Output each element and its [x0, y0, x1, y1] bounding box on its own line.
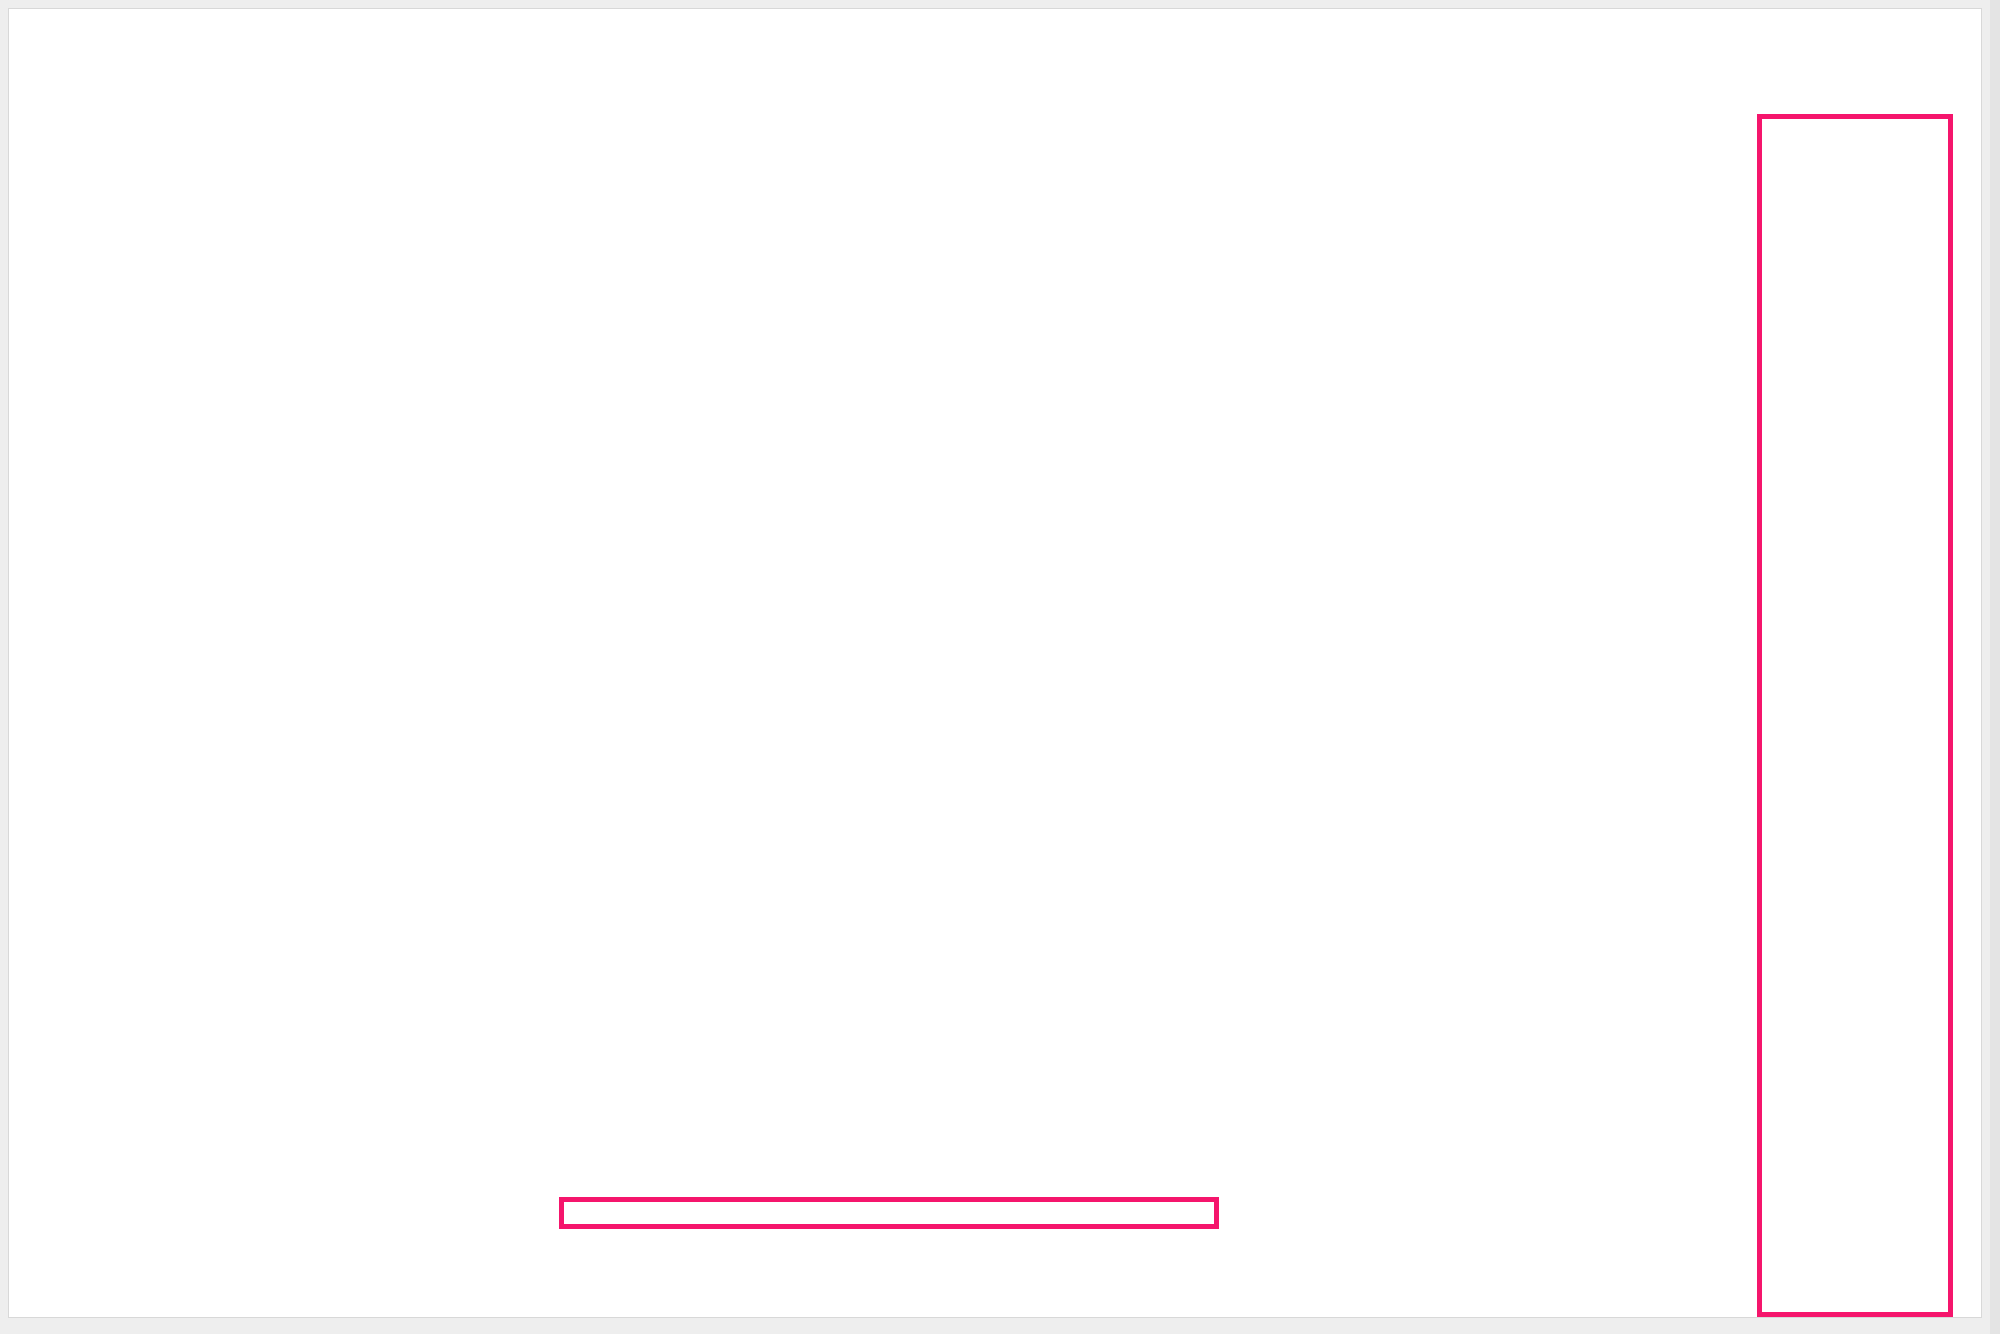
pie-chart-plot-area[interactable]	[9, 129, 1749, 1199]
pie-chart-svg[interactable]	[9, 129, 1749, 1199]
chart-caption-box	[559, 1197, 1219, 1229]
page-gutter	[1990, 0, 2000, 1334]
screenshot-root	[0, 0, 2000, 1334]
chart-card	[8, 8, 1982, 1318]
legend-panel[interactable]	[1757, 114, 1953, 1317]
